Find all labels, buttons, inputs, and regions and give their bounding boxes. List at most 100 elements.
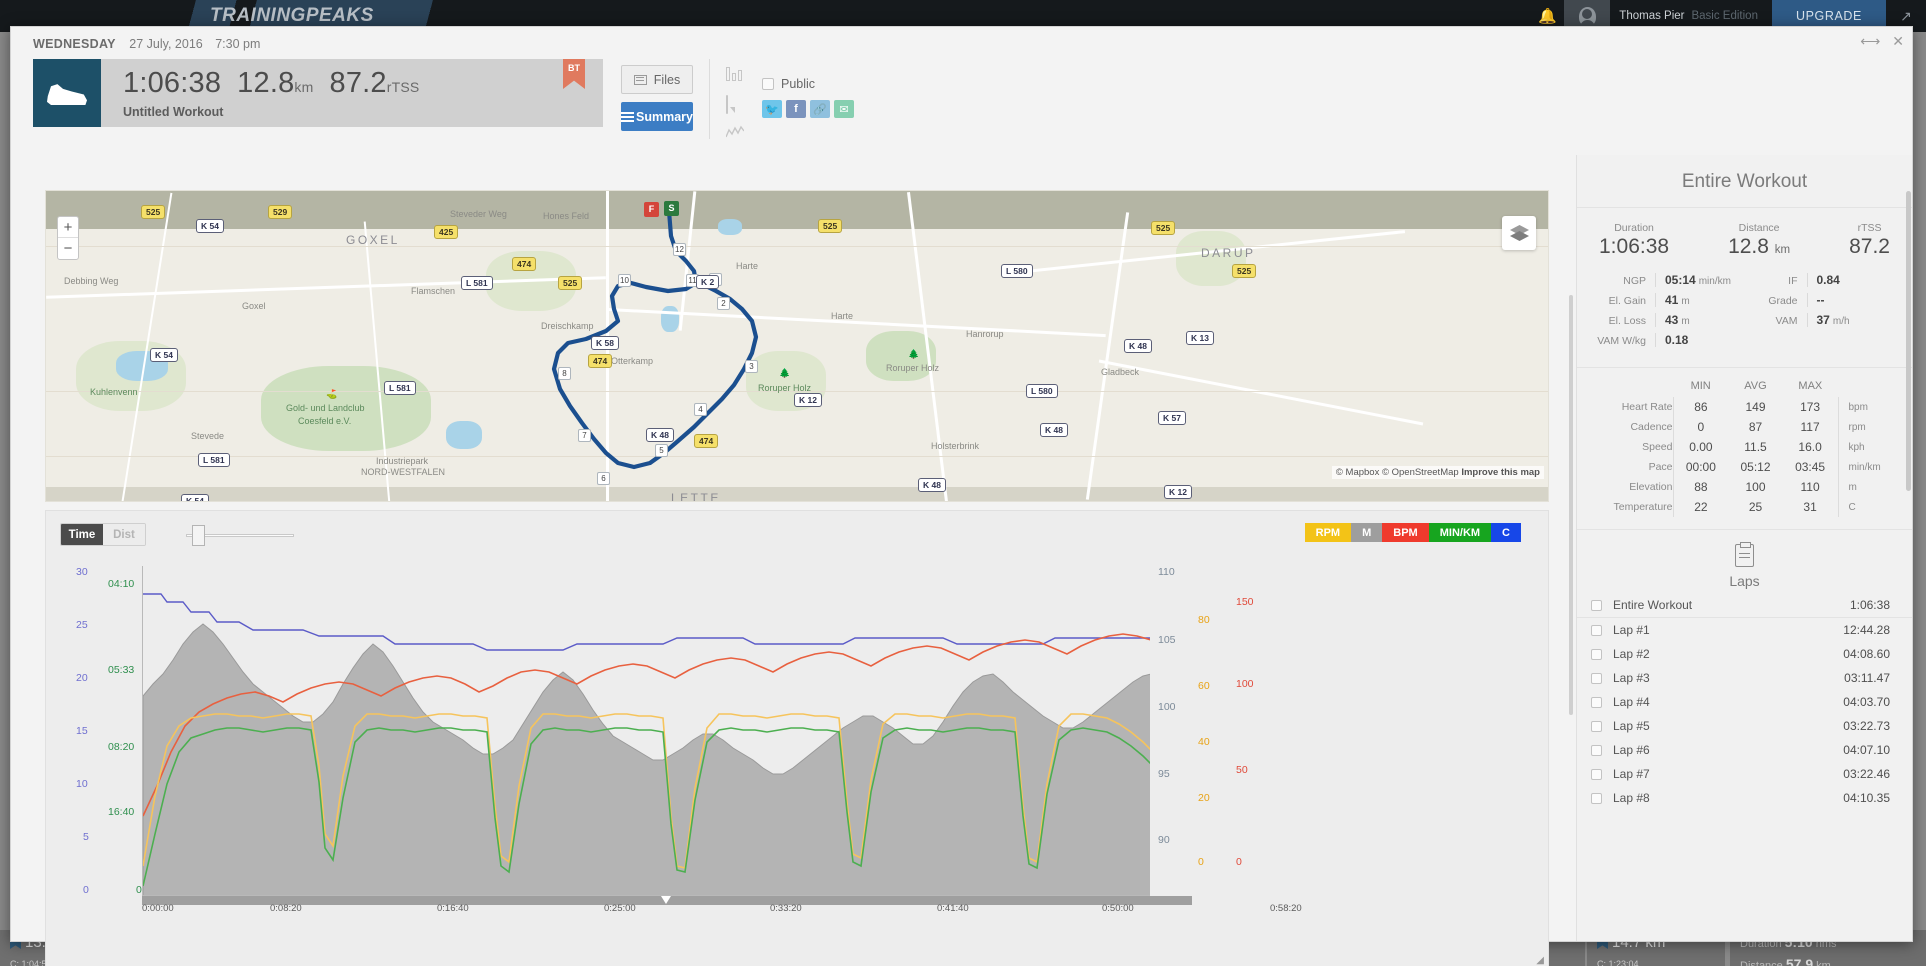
workout-key-stats: 1:06:38 12.8km 87.2rTSS [123, 67, 419, 100]
metrics-row: Speed 0.00 11.5 16.0 kph [1595, 437, 1894, 457]
map-place-label: Coesfeld e.V. [298, 416, 352, 426]
axis-tick: 15 [76, 725, 88, 737]
time-mode-button[interactable]: Time [61, 524, 103, 545]
view-mode-buttons: Files Summary [621, 59, 693, 131]
chart-controls: Time Dist RPM M BPM MIN/KM C [46, 511, 1548, 546]
axis-tick: 50 [1236, 764, 1248, 776]
lap-time: 03:22.46 [1843, 767, 1890, 781]
km-marker: 6 [597, 472, 610, 485]
close-icon[interactable]: ✕ [1892, 33, 1904, 50]
summary-button[interactable]: Summary [621, 102, 693, 131]
map-road-shield: 425 [434, 225, 459, 239]
metric-avg: 11.5 [1744, 440, 1767, 454]
workout-title[interactable]: Untitled Workout [123, 105, 419, 119]
attr-mapbox[interactable]: © Mapbox [1336, 467, 1379, 478]
bg-distance-unit: km [1816, 960, 1831, 966]
map-road-shield: K 58 [591, 336, 619, 350]
metric-max: 03:45 [1795, 460, 1826, 474]
lap-name: Lap #4 [1613, 695, 1650, 709]
lap-checkbox[interactable] [1591, 672, 1602, 684]
day-of-week: WEDNESDAY [33, 37, 116, 51]
pane-divider[interactable] [1569, 295, 1573, 715]
metric-unit: min/km [1837, 457, 1894, 477]
share-column: Public 🐦 f 🔗 ✉ [762, 59, 854, 118]
slider-knob[interactable] [192, 524, 205, 546]
km-marker: 7 [578, 429, 591, 442]
line-chart-icon[interactable] [725, 125, 745, 139]
lap-row[interactable]: Lap #6 04:07.10 [1577, 738, 1912, 762]
map-place-label: Gold- und Landclub [286, 403, 365, 413]
minimize-icon[interactable]: ⟷ [1860, 33, 1880, 50]
workout-date: WEDNESDAY 27 July, 2016 7:30 pm [33, 37, 1912, 51]
lap-checkbox[interactable] [1591, 624, 1602, 636]
map-zoom-control[interactable]: + − [57, 216, 79, 260]
lap-checkbox[interactable] [1591, 792, 1602, 804]
date-text: 27 July, 2016 [129, 37, 203, 51]
lap-row[interactable]: Lap #7 03:22.46 [1577, 762, 1912, 786]
lap-checkbox[interactable] [1591, 648, 1602, 660]
sidebar-big-stats: Duration 1:06:38 Distance 12.8 km rTSS 8… [1577, 208, 1912, 269]
lap-row[interactable]: Lap #3 03:11.47 [1577, 666, 1912, 690]
lap-row[interactable]: Lap #1 12:44.28 [1577, 618, 1912, 642]
sidebar-scrollbar[interactable] [1906, 191, 1911, 491]
lap-row[interactable]: Lap #5 03:22.73 [1577, 714, 1912, 738]
lap-checkbox[interactable] [1591, 768, 1602, 780]
kv-col-right: IF 0.84 Grade -- VAM 37 m/h [1745, 273, 1897, 353]
lap-row[interactable]: Lap #8 04:10.35 [1577, 786, 1912, 810]
chart-resize-grip[interactable]: ◢ [1536, 955, 1544, 966]
workout-summary-card[interactable]: 1:06:38 12.8km 87.2rTSS Untitled Workout B… [33, 59, 603, 127]
user-name[interactable]: Thomas Pier [1610, 10, 1691, 22]
legend-rpm[interactable]: RPM [1304, 523, 1352, 542]
kv-key: VAM [1775, 315, 1798, 327]
lap-time: 03:22.73 [1843, 719, 1890, 733]
metrics-row: Temperature 22 25 31 C [1595, 497, 1894, 517]
public-toggle[interactable]: Public [762, 77, 854, 91]
attr-improve[interactable]: Improve this map [1461, 467, 1540, 478]
map-place-label: Industriepark [376, 456, 429, 466]
kv-row: Grade -- [1745, 293, 1897, 307]
background-card-sub: C: 1:23:04 [1597, 959, 1639, 966]
comment-icon[interactable] [726, 95, 744, 114]
lap-checkbox[interactable] [1591, 696, 1602, 708]
chart-plot-area[interactable] [142, 566, 1150, 896]
lap-checkbox[interactable] [1591, 720, 1602, 732]
axis-tick: 60 [1198, 680, 1210, 692]
legend-bpm[interactable]: BPM [1382, 523, 1429, 542]
legend-m[interactable]: M [1351, 523, 1383, 542]
dist-mode-button[interactable]: Dist [103, 524, 145, 545]
map-tree-icon: 🌲 [779, 368, 791, 378]
chart-x-axis: 0:00:00 0:08:20 0:16:40 0:25:00 0:33:20 … [142, 903, 1302, 919]
chart-zoom-slider[interactable] [186, 524, 294, 546]
zoom-out-button[interactable]: − [58, 238, 78, 259]
axis-tick: 100 [1158, 701, 1176, 713]
lap-row[interactable]: Lap #2 04:08.60 [1577, 642, 1912, 666]
big-stat-value: 87.2 [1849, 235, 1890, 258]
map-place-label: DARUP [1201, 246, 1256, 260]
map-golf-icon: ⛳ [326, 389, 338, 399]
content-split: F S 12 11 10 8 7 6 5 4 3 2 2 🌲 🌲 ⛳ + − [11, 155, 1912, 966]
route-map[interactable]: F S 12 11 10 8 7 6 5 4 3 2 2 🌲 🌲 ⛳ + − [45, 190, 1549, 502]
lap-checkbox[interactable] [1591, 744, 1602, 756]
lap-row[interactable]: Lap #4 04:03.70 [1577, 690, 1912, 714]
lap-checkbox[interactable] [1591, 599, 1602, 611]
lap-name: Lap #5 [1613, 719, 1650, 733]
axis-mode-toggle[interactable]: Time Dist [60, 523, 146, 546]
zoom-in-button[interactable]: + [58, 217, 78, 238]
bar-chart-icon[interactable] [726, 67, 744, 83]
public-checkbox[interactable] [762, 78, 774, 90]
link-icon[interactable]: 🔗 [810, 100, 830, 118]
twitter-icon[interactable]: 🐦 [762, 100, 782, 118]
email-icon[interactable]: ✉ [834, 100, 854, 118]
attr-osm[interactable]: © OpenStreetMap [1382, 467, 1459, 478]
lap-time: 1:06:38 [1849, 598, 1890, 612]
map-road-shield: L 581 [461, 276, 493, 290]
files-button[interactable]: Files [621, 65, 693, 94]
map-layers-button[interactable] [1502, 216, 1536, 250]
lap-row-entire[interactable]: Entire Workout 1:06:38 [1577, 593, 1912, 618]
facebook-icon[interactable]: f [786, 100, 806, 118]
legend-c[interactable]: C [1491, 523, 1521, 542]
axis-tick: 90 [1158, 834, 1170, 846]
legend-minkm[interactable]: MIN/KM [1428, 523, 1492, 542]
kv-unit: m [1681, 316, 1690, 327]
map-road-shield: 525 [818, 219, 843, 233]
